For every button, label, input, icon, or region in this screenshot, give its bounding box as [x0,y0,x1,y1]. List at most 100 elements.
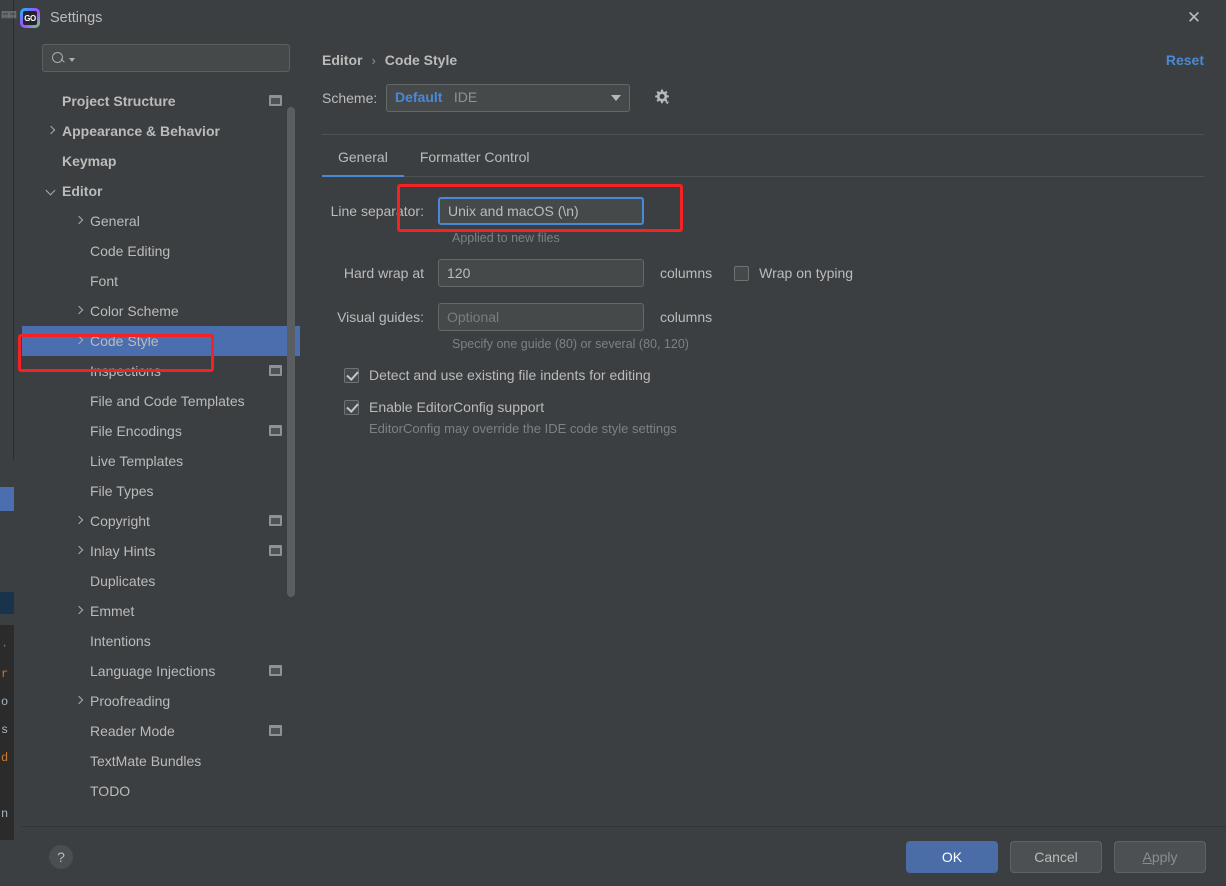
chevron-right-icon[interactable] [72,214,86,228]
general-form: Line separator: Unix and macOS (\n) Appl… [322,197,1226,436]
sidebar-item-duplicates[interactable]: Duplicates [22,566,300,596]
sidebar-item-todo[interactable]: TODO [22,776,300,806]
hard-wrap-unit: columns [660,265,713,281]
chevron-right-icon[interactable] [72,514,86,528]
wrap-on-typing-checkbox[interactable] [734,265,750,281]
background-editor: · r o s d n [0,625,14,840]
sidebar-item-label: Language Injections [90,663,216,679]
sidebar-item-label: Intentions [90,633,151,649]
scheme-combobox[interactable]: Default IDE [386,84,630,112]
sidebar-item-inlay-hints[interactable]: Inlay Hints [22,536,300,566]
sidebar-item-project-structure[interactable]: Project Structure [22,86,300,116]
sidebar-item-file-encodings[interactable]: File Encodings [22,416,300,446]
sidebar-item-label: File Encodings [90,423,182,439]
sidebar-item-label: Inlay Hints [90,543,156,559]
chevron-right-icon[interactable] [72,604,86,618]
module-scope-icon [269,95,282,106]
visual-guides-input[interactable]: Optional [438,303,644,331]
search-input[interactable] [75,49,289,67]
dialog-body: Project Structure Appearance & Behavior Ke… [22,36,1226,826]
sidebar-item-emmet[interactable]: Emmet [22,596,300,626]
line-separator-row: Line separator: Unix and macOS (\n) [322,197,1226,225]
sidebar-item-live-templates[interactable]: Live Templates [22,446,300,476]
visual-guides-unit: columns [660,309,713,325]
checkbox-row-detect-and-use-existing-file-indents-for-editing[interactable]: Detect and use existing file indents for… [344,367,1226,383]
sidebar-item-editor[interactable]: Editor [22,176,300,206]
sidebar-item-label: Live Templates [90,453,184,469]
sidebar-item-file-types[interactable]: File Types [22,476,300,506]
footer-buttons: OK Cancel Apply [906,840,1206,873]
checkbox-detect-and-use-existing-file-indents-for-editing[interactable] [344,367,359,383]
breadcrumb-parent[interactable]: Editor [322,52,362,68]
sidebar-item-reader-mode[interactable]: Reader Mode [22,716,300,746]
breadcrumb: Editor › Code Style [322,36,1226,68]
sidebar-item-label: Emmet [90,603,135,619]
help-button[interactable]: ? [49,844,73,869]
goland-logo-icon: GO [20,8,40,28]
reset-link[interactable]: Reset [1166,52,1204,68]
sidebar-item-keymap[interactable]: Keymap [22,146,300,176]
chevron-right-icon[interactable] [72,334,86,348]
sidebar-item-label: Appearance & Behavior [62,123,220,139]
hard-wrap-input[interactable]: 120 [438,259,644,287]
sidebar-item-label: Editor [62,183,103,199]
sidebar-scrollbar-thumb[interactable] [287,107,295,597]
line-separator-combobox[interactable]: Unix and macOS (\n) [438,197,644,225]
checkbox-row-enable-editorconfig-support[interactable]: Enable EditorConfig support [344,399,1226,415]
sidebar-item-general[interactable]: General [22,206,300,236]
settings-tree[interactable]: Project Structure Appearance & Behavior Ke… [22,82,300,826]
sidebar-item-label: Code Editing [90,243,171,259]
gear-icon[interactable] [652,88,672,108]
chevron-down-icon[interactable] [44,184,58,198]
hard-wrap-label: Hard wrap at [343,265,424,281]
scheme-name: Default [395,89,443,105]
checkbox-label: Enable EditorConfig support [369,399,545,415]
line-separator-value: Unix and macOS (\n) [448,203,579,219]
chevron-right-icon[interactable] [72,544,86,558]
sidebar-item-textmate-bundles[interactable]: TextMate Bundles [22,746,300,776]
wrap-on-typing-row[interactable]: Wrap on typing [734,265,853,281]
sidebar-item-label: Reader Mode [90,723,175,739]
apply-button[interactable]: Apply [1114,840,1206,873]
module-scope-icon [269,545,282,556]
editor-text-fragment: n [1,807,9,821]
sidebar-item-intentions[interactable]: Intentions [22,626,300,656]
chevron-right-icon[interactable] [44,124,58,138]
sidebar-item-inspections[interactable]: Inspections [22,356,300,386]
chevron-right-icon[interactable] [72,304,86,318]
sidebar-item-copyright[interactable]: Copyright [22,506,300,536]
sidebar-item-font[interactable]: Font [22,266,300,296]
sidebar-item-label: Font [90,273,119,289]
background-toolwindow-strip: ▤▤ [0,0,17,460]
editor-text-fragment: r [1,667,9,681]
search-box[interactable] [42,44,290,72]
sidebar-item-appearance-behavior[interactable]: Appearance & Behavior [22,116,300,146]
editor-text-fragment: s [1,723,9,737]
ok-button[interactable]: OK [906,840,998,873]
sidebar-item-language-injections[interactable]: Language Injections [22,656,300,686]
sidebar-item-color-scheme[interactable]: Color Scheme [22,296,300,326]
chevron-right-icon[interactable] [72,694,86,708]
checkbox-label: Detect and use existing file indents for… [369,367,651,383]
tab-general[interactable]: General [322,135,404,177]
module-scope-icon [269,425,282,436]
tab-formatter-control[interactable]: Formatter Control [404,135,546,176]
checkbox-enable-editorconfig-support[interactable] [344,399,359,415]
sidebar-item-code-editing[interactable]: Code Editing [22,236,300,266]
search-container [22,36,300,82]
module-scope-icon [269,365,282,376]
close-icon[interactable]: ✕ [1182,6,1206,30]
dialog-footer: ? OK Cancel Apply [22,826,1226,886]
sidebar-item-label: File Types [90,483,154,499]
editor-text-fragment: o [1,695,9,709]
cancel-button[interactable]: Cancel [1010,840,1102,873]
sidebar-item-file-and-code-templates[interactable]: File and Code Templates [22,386,300,416]
sidebar-item-proofreading[interactable]: Proofreading [22,686,300,716]
checkbox-hint: EditorConfig may override the IDE code s… [369,421,677,436]
sidebar-item-code-style[interactable]: Code Style [22,326,300,356]
